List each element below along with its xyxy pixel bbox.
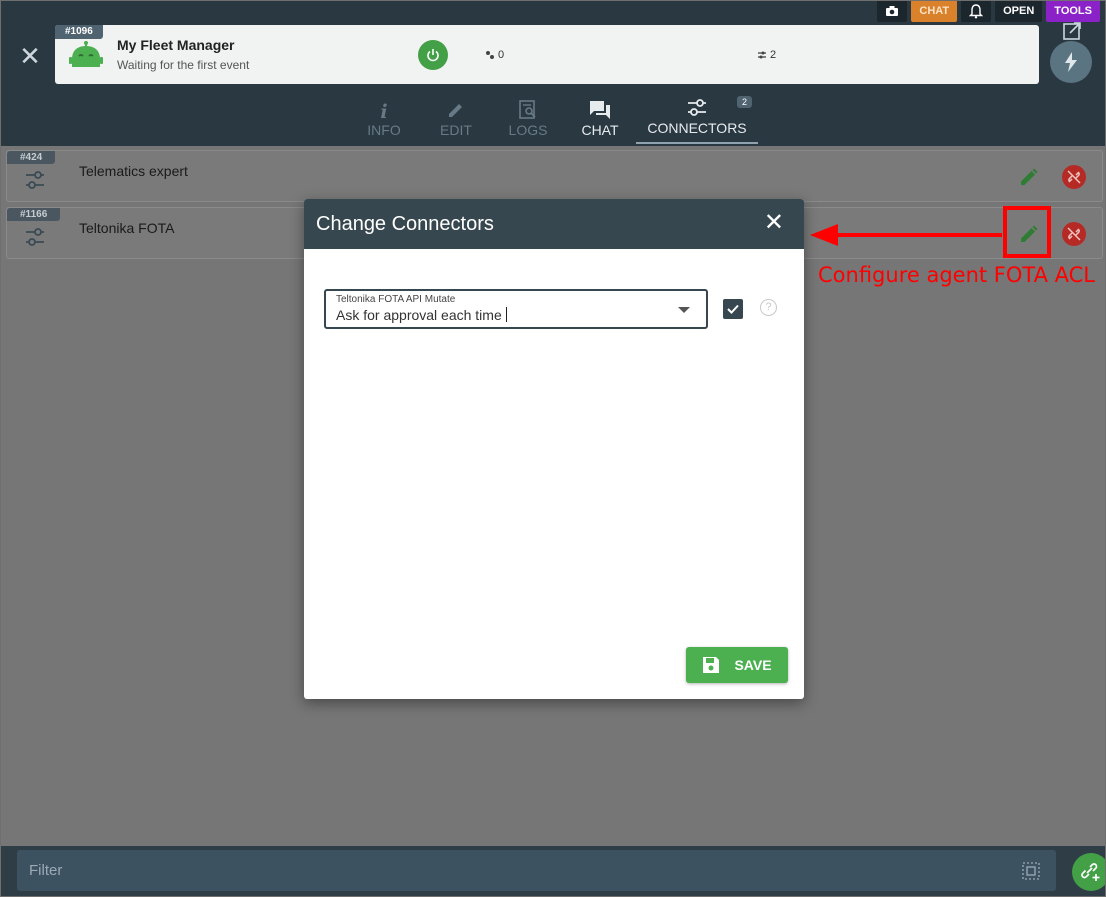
info-icon: i: [380, 101, 388, 123]
events-count: 0: [498, 49, 505, 61]
connector-name: Telematics expert: [79, 163, 188, 179]
edit-connector-button[interactable]: [1019, 167, 1039, 187]
open-external-icon[interactable]: [1062, 21, 1082, 41]
connector-id-badge: #1166: [7, 208, 61, 221]
lightning-icon: [1065, 52, 1077, 72]
link-off-icon: [1067, 170, 1081, 184]
save-label: SAVE: [734, 657, 772, 673]
connector-icon: [26, 171, 44, 189]
bell-icon: [969, 3, 984, 18]
annotation-text: Configure agent FOTA ACL: [818, 263, 1095, 287]
agent-name: My Fleet Manager: [117, 37, 235, 53]
connector-row: #424 Telematics expert: [6, 150, 1103, 202]
footer-bar: Filter: [0, 846, 1106, 897]
add-connector-button[interactable]: [1072, 853, 1106, 891]
chat-icon: [590, 101, 610, 119]
close-icon[interactable]: ✕: [18, 43, 42, 69]
agent-status: Waiting for the first event: [117, 58, 250, 72]
close-icon[interactable]: ✕: [764, 211, 784, 235]
select-all-icon[interactable]: [1022, 862, 1040, 880]
tools-button[interactable]: TOOLS: [1046, 0, 1100, 22]
unlink-connector-button[interactable]: [1062, 165, 1086, 189]
steps-icon: [486, 51, 494, 59]
trigger-button[interactable]: [1050, 41, 1092, 83]
enable-checkbox[interactable]: [723, 299, 743, 319]
agent-card: #1096 My Fleet Manager Waiting for the f…: [55, 25, 1039, 84]
filter-placeholder: Filter: [29, 862, 63, 879]
tab-bar: i INFO EDIT LOGS CHAT CONNECTORS 2: [348, 96, 758, 144]
tab-info-label: INFO: [367, 122, 401, 138]
dialog-header: Change Connectors: [304, 199, 804, 249]
tab-edit[interactable]: EDIT: [420, 96, 492, 144]
connectors-stat: 2: [757, 49, 776, 61]
chat-toggle-button[interactable]: CHAT: [911, 0, 958, 22]
tab-chat-label: CHAT: [581, 122, 619, 138]
camera-icon: [886, 6, 899, 16]
connectors-icon: [688, 99, 706, 116]
connector-icon: [26, 228, 44, 246]
notifications-button[interactable]: [961, 0, 992, 22]
save-button[interactable]: SAVE: [686, 647, 788, 683]
tab-logs-label: LOGS: [508, 122, 548, 138]
robot-icon: [69, 41, 103, 67]
select-label: Teltonika FOTA API Mutate: [336, 294, 456, 305]
permission-select[interactable]: Teltonika FOTA API Mutate Ask for approv…: [324, 289, 708, 329]
checkmark-icon: [727, 304, 739, 314]
tab-edit-label: EDIT: [440, 122, 472, 138]
open-button[interactable]: OPEN: [995, 0, 1043, 22]
connectors-count: 2: [770, 49, 777, 61]
events-stat: 0: [485, 49, 504, 61]
connectors-badge: 2: [737, 96, 753, 108]
power-button[interactable]: [418, 40, 448, 70]
link-off-icon: [1067, 227, 1081, 241]
change-connectors-dialog: Change Connectors ✕ Teltonika FOTA API M…: [304, 199, 804, 699]
tab-connectors-label: CONNECTORS: [647, 120, 747, 136]
highlight-box: [1003, 206, 1051, 258]
floppy-disk-icon: [703, 657, 720, 673]
screenshot-button[interactable]: [877, 0, 908, 22]
annotation-arrow-head: [810, 224, 838, 246]
connectors-small-icon: [758, 51, 766, 59]
pencil-icon: [449, 104, 462, 117]
tab-logs[interactable]: LOGS: [492, 96, 564, 144]
select-value: Ask for approval each time: [336, 307, 507, 323]
filter-input[interactable]: Filter: [17, 850, 1056, 891]
power-icon: [427, 49, 439, 62]
add-link-icon: [1081, 863, 1100, 881]
agent-id-badge: #1096: [55, 25, 103, 39]
connector-name: Teltonika FOTA: [79, 220, 175, 236]
chevron-down-icon: [678, 307, 690, 313]
dialog-title: Change Connectors: [316, 212, 494, 235]
logs-icon: [519, 100, 536, 119]
connector-id-badge: #424: [7, 151, 56, 164]
unlink-connector-button[interactable]: [1062, 222, 1086, 246]
annotation-arrow: [836, 233, 1002, 237]
help-icon[interactable]: ?: [760, 299, 777, 316]
tab-info[interactable]: i INFO: [348, 96, 420, 144]
tab-chat[interactable]: CHAT: [564, 96, 636, 144]
